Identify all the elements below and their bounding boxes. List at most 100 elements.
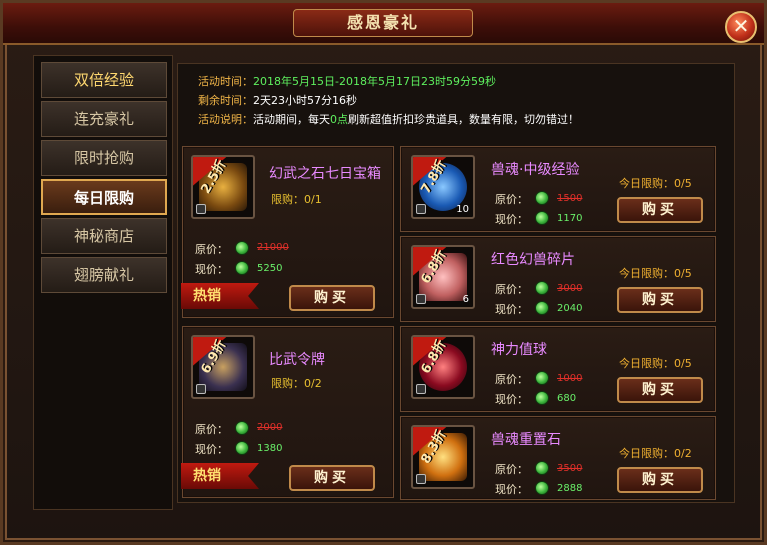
item-card-right-2: 6 6.8折 红色幻兽碎片 今日限购：0/5 原价： 3000 现价： 2040… [400,236,716,322]
cur-price: 680 [557,393,577,404]
orig-price: 1500 [557,193,583,204]
cur-price-label: 现价： [495,483,528,496]
activity-time-row: 活动时间：2018年5月15日-2018年5月17日23时59分59秒 [198,72,579,91]
cur-price-label: 现价： [495,303,528,316]
buy-button[interactable]: 购买 [289,285,375,311]
item-quantity: 10 [456,204,469,215]
jade-icon [535,391,549,405]
lock-icon [416,384,426,394]
item-card-right-3: 6.8折 神力值球 今日限购：0/5 原价： 1000 现价： 680 购买 [400,326,716,412]
orig-price-label: 原价： [495,193,528,206]
activity-desc-label: 活动说明： [198,113,253,126]
item-name: 幻武之石七日宝箱 [269,166,381,182]
item-name: 红色幻兽碎片 [491,252,575,268]
lock-icon [416,294,426,304]
cur-price: 1170 [557,213,583,224]
remaining-time-label: 剩余时间： [198,94,253,107]
buy-button[interactable]: 购买 [617,287,703,313]
tab-mystery-shop[interactable]: 神秘商店 [41,218,167,254]
orig-price: 1000 [557,373,583,384]
activity-desc-highlight: 0点 [330,113,348,126]
window-title: 感恩豪礼 [293,9,473,37]
item-limit: 今日限购：0/5 [619,357,692,370]
item-name: 兽魂·中级经验 [491,162,580,178]
cur-price: 2040 [557,303,583,314]
tab-recharge-gift[interactable]: 连充豪礼 [41,101,167,137]
cur-price: 1380 [257,443,283,454]
item-limit: 今日限购：0/2 [619,447,692,460]
orig-price: 3000 [557,283,583,294]
gift-window: 感恩豪礼 ✕ 双倍经验 连充豪礼 限时抢购 每日限购 神秘商店 翅膀献礼 活动时… [0,0,767,545]
hot-sale-badge: 热销 [181,463,259,489]
orig-price: 2000 [257,422,283,433]
lock-icon [196,384,206,394]
jade-icon [535,461,549,475]
item-card-left-1: 2.5折 幻武之石七日宝箱 限购：0/1 原价： 21000 现价： 5250 … [181,146,394,318]
main-content: 活动时间：2018年5月15日-2018年5月17日23时59分59秒 剩余时间… [177,63,735,503]
lock-icon [196,204,206,214]
remaining-time-row: 剩余时间：2天23小时57分16秒 [198,91,579,110]
close-button[interactable]: ✕ [725,11,757,43]
item-icon[interactable]: 10 7.8折 [411,155,475,219]
jade-icon [535,211,549,225]
item-quantity: 6 [462,294,469,305]
item-name: 比武令牌 [269,352,325,368]
activity-desc-post: 刷新超值折扣珍贵道具，数量有限，切勿错过！ [348,113,579,126]
orig-price-label: 原价： [495,283,528,296]
item-limit: 今日限购：0/5 [619,177,692,190]
cur-price-label: 现价： [495,213,528,226]
item-icon[interactable]: 6.9折 [191,335,255,399]
orig-price-label: 原价： [495,373,528,386]
jade-icon [535,481,549,495]
hot-sale-badge: 热销 [181,283,259,309]
lock-icon [416,204,426,214]
item-name: 神力值球 [491,342,547,358]
jade-icon [235,421,249,435]
tab-flash-sale[interactable]: 限时抢购 [41,140,167,176]
tab-daily-limit[interactable]: 每日限购 [41,179,167,215]
item-icon[interactable]: 6.8折 [411,335,475,399]
activity-desc-row: 活动说明：活动期间，每天0点刷新超值折扣珍贵道具，数量有限，切勿错过！ [198,110,579,129]
item-icon[interactable]: 6 6.8折 [411,245,475,309]
activity-time-label: 活动时间： [198,75,253,88]
jade-icon [235,441,249,455]
jade-icon [235,261,249,275]
sidebar: 双倍经验 连充豪礼 限时抢购 每日限购 神秘商店 翅膀献礼 [33,55,173,510]
item-card-right-1: 10 7.8折 兽魂·中级经验 今日限购：0/5 原价： 1500 现价： 11… [400,146,716,232]
title-bar: 感恩豪礼 ✕ [3,3,764,45]
orig-price: 3500 [557,463,583,474]
buy-button[interactable]: 购买 [617,377,703,403]
item-name: 兽魂重置石 [491,432,561,448]
item-limit: 今日限购：0/5 [619,267,692,280]
item-limit: 限购：0/1 [271,193,322,206]
jade-icon [235,241,249,255]
activity-time-value: 2018年5月15日-2018年5月17日23时59分59秒 [253,75,496,88]
jade-icon [535,281,549,295]
buy-button[interactable]: 购买 [617,467,703,493]
cur-price: 5250 [257,263,283,274]
cur-price-label: 现价： [195,263,228,276]
cur-price-label: 现价： [195,443,228,456]
jade-icon [535,191,549,205]
activity-desc-pre: 活动期间，每天 [253,113,330,126]
lock-icon [416,474,426,484]
orig-price-label: 原价： [495,463,528,476]
jade-icon [535,301,549,315]
remaining-time-value: 2天23小时57分16秒 [253,94,357,107]
item-icon[interactable]: 8.3折 [411,425,475,489]
item-limit: 限购：0/2 [271,377,322,390]
item-icon[interactable]: 2.5折 [191,155,255,219]
jade-icon [535,371,549,385]
buy-button[interactable]: 购买 [617,197,703,223]
cur-price: 2888 [557,483,583,494]
item-card-left-2: 6.9折 比武令牌 限购：0/2 原价： 2000 现价： 1380 热销 购买 [181,326,394,498]
orig-price: 21000 [257,242,289,253]
buy-button[interactable]: 购买 [289,465,375,491]
tab-double-exp[interactable]: 双倍经验 [41,62,167,98]
cur-price-label: 现价： [495,393,528,406]
tab-wing-gift[interactable]: 翅膀献礼 [41,257,167,293]
orig-price-label: 原价： [195,243,228,256]
activity-info: 活动时间：2018年5月15日-2018年5月17日23时59分59秒 剩余时间… [198,72,579,129]
orig-price-label: 原价： [195,423,228,436]
item-card-right-4: 8.3折 兽魂重置石 今日限购：0/2 原价： 3500 现价： 2888 购买 [400,416,716,500]
